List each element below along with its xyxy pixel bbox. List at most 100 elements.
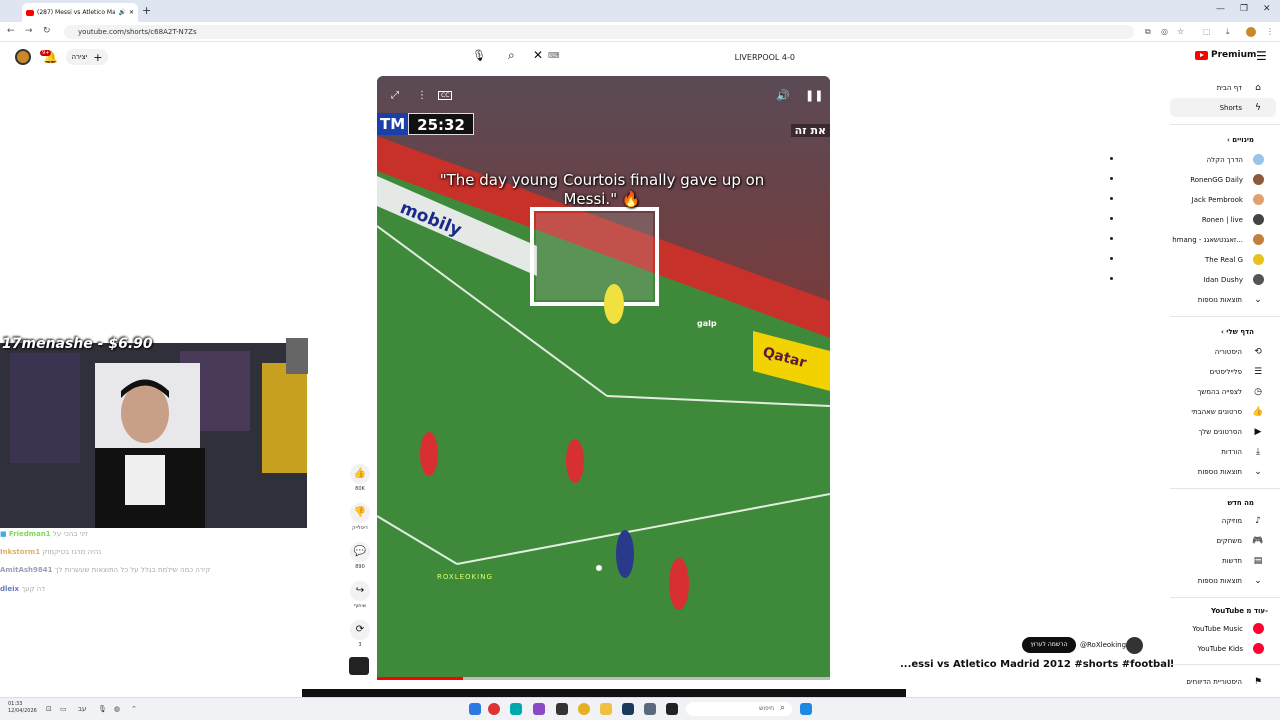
like-button[interactable]: 👍 80K bbox=[349, 464, 371, 492]
chrome-icon[interactable] bbox=[578, 703, 590, 715]
forward-icon[interactable]: → bbox=[25, 26, 33, 36]
notification-icon[interactable]: ⊡ bbox=[46, 705, 52, 713]
taskbar-app-icon[interactable] bbox=[510, 703, 522, 715]
sidebar-you-item[interactable]: לצפייה בהמשך ◷ bbox=[1004, 386, 1264, 398]
mic-tray-icon[interactable]: 🎙 bbox=[98, 705, 107, 713]
sidebar-subscription-item[interactable]: hmang - זאגנטשאגנ... bbox=[1004, 234, 1264, 245]
expand-icon[interactable]: ⤢ bbox=[391, 90, 399, 101]
taskbar-app-icon[interactable] bbox=[666, 703, 678, 715]
download-icon[interactable]: ⤓ bbox=[1226, 27, 1230, 37]
sidebar-subscription-item[interactable]: הדרך הקלה bbox=[1004, 154, 1264, 165]
tab-audio-icon[interactable]: 🔊 bbox=[118, 9, 125, 16]
chat-text: דה קעך bbox=[21, 585, 46, 593]
taskbar-search[interactable]: חיפוש bbox=[686, 702, 792, 716]
taskbar-app-icon[interactable] bbox=[533, 703, 545, 715]
more-options-icon[interactable]: ⋮ bbox=[417, 90, 427, 101]
sidebar-you-item[interactable]: הורדות ⤓ bbox=[1004, 446, 1264, 458]
browser-tab[interactable]: (287) Messi vs Atletico Ma... 🔊 ✕ bbox=[22, 3, 138, 22]
sidebar-subscription-item[interactable]: RonenGG Daily bbox=[1004, 174, 1264, 185]
pause-icon[interactable]: ❚❚ bbox=[805, 89, 823, 102]
clear-search-icon[interactable]: ✕ bbox=[533, 48, 543, 62]
sidebar-item-home[interactable]: דף הבית ⌂ bbox=[1004, 82, 1264, 94]
shorts-icon: ϟ bbox=[1255, 103, 1261, 113]
show-more-subscriptions[interactable]: תוצאות נוספות ⌄ bbox=[1004, 294, 1264, 306]
sidebar-more-item[interactable]: YouTube Music bbox=[1004, 623, 1264, 634]
chat-message: dleix דה קעך bbox=[0, 585, 45, 593]
back-icon[interactable]: ← bbox=[7, 26, 15, 36]
hamburger-menu-icon[interactable]: ☰ bbox=[1256, 49, 1267, 63]
sidebar-you-item[interactable]: היסטוריה ⟲ bbox=[1004, 346, 1264, 358]
microphone-icon[interactable]: 🎙 bbox=[472, 49, 486, 62]
sidebar-header-you[interactable]: ‹ הדף שלי bbox=[1221, 328, 1254, 336]
sidebar-subscription-item[interactable]: Idan Dushy bbox=[1004, 274, 1264, 285]
sidebar-more-item[interactable]: YouTube Kids bbox=[1004, 643, 1264, 654]
youtube-favicon-icon bbox=[26, 9, 34, 16]
keyboard-icon[interactable]: ⌨ bbox=[548, 51, 560, 60]
windows-start-icon[interactable] bbox=[800, 703, 812, 715]
maximize-icon[interactable]: ❐ bbox=[1240, 4, 1248, 14]
reload-icon[interactable]: ↻ bbox=[43, 26, 51, 36]
tab-close-icon[interactable]: ✕ bbox=[129, 9, 134, 16]
taskbar-app-icon[interactable] bbox=[556, 703, 568, 715]
display-icon[interactable]: ▭ bbox=[60, 705, 67, 713]
chat-user: Inkstorm1 bbox=[0, 548, 41, 556]
sidebar-item-shorts[interactable]: Shorts ϟ bbox=[1004, 102, 1264, 114]
goalkeeper-figure bbox=[604, 284, 624, 324]
install-app-icon[interactable]: ⧉ bbox=[1145, 27, 1151, 37]
show-more-you[interactable]: תוצאות נוספות ⌄ bbox=[1004, 466, 1264, 478]
sidebar-you-item[interactable]: פלייליסטים ☰ bbox=[1004, 366, 1264, 378]
language-indicator[interactable]: עב bbox=[78, 705, 86, 713]
video-progress-bar[interactable] bbox=[377, 677, 830, 680]
search-icon[interactable]: ⌕ bbox=[508, 48, 515, 63]
sound-thumbnail[interactable] bbox=[349, 657, 369, 675]
close-window-icon[interactable]: ✕ bbox=[1263, 4, 1271, 14]
browser-menu-icon[interactable]: ⋮ bbox=[1266, 27, 1274, 36]
remix-count: 3 bbox=[358, 642, 362, 648]
sidebar-subscription-item[interactable]: Jack Pembrook bbox=[1004, 194, 1264, 205]
taskbar-app-icon[interactable] bbox=[469, 703, 481, 715]
show-more-explore[interactable]: תוצאות נוספות ⌄ bbox=[1004, 575, 1264, 587]
sidebar-explore-item[interactable]: חדשות ▤ bbox=[1004, 555, 1264, 567]
sidebar-explore-item[interactable]: מוזיקה ♪ bbox=[1004, 515, 1264, 527]
steam-icon[interactable] bbox=[622, 703, 634, 715]
sidebar-item-label: לצפייה בהמשך bbox=[1197, 388, 1242, 396]
eye-off-icon[interactable]: ◎ bbox=[1161, 27, 1168, 36]
music-icon: ♪ bbox=[1255, 516, 1261, 526]
account-avatar[interactable] bbox=[15, 49, 31, 65]
sidebar-explore-item[interactable]: משחקים 🎮 bbox=[1004, 535, 1264, 547]
volume-icon[interactable]: 🔊 bbox=[776, 89, 790, 102]
new-tab-icon[interactable]: + bbox=[142, 4, 151, 17]
network-icon[interactable]: ◍ bbox=[114, 705, 120, 713]
taskbar-app-icon[interactable] bbox=[644, 703, 656, 715]
sidebar-subscription-item[interactable]: Ronen | live bbox=[1004, 214, 1264, 225]
url-field[interactable]: youtube.com/shorts/c68A2T-N7Zs bbox=[64, 25, 1134, 39]
search-input[interactable] bbox=[560, 50, 795, 64]
tray-overflow-icon[interactable]: ⌃ bbox=[131, 705, 137, 713]
sidebar-item-report-history[interactable]: היסטוריית הדיווחים ⚑ bbox=[1004, 676, 1264, 688]
youtube-premium-logo[interactable]: Premium bbox=[1195, 50, 1256, 60]
captions-icon[interactable]: CC bbox=[438, 91, 453, 100]
create-button[interactable]: יצירה + bbox=[66, 49, 108, 65]
sidebar-you-item[interactable]: סרטונים שאהבתי 👍 bbox=[1004, 406, 1264, 418]
bookmark-star-icon[interactable]: ☆ bbox=[1177, 27, 1184, 36]
file-explorer-icon[interactable] bbox=[600, 703, 612, 715]
video-progress-fill bbox=[377, 677, 464, 680]
comments-button[interactable]: 💬 890 bbox=[349, 542, 371, 570]
channel-avatar-icon bbox=[1253, 254, 1264, 265]
profile-avatar-icon[interactable] bbox=[1246, 27, 1256, 37]
taskbar-app-icon[interactable] bbox=[488, 703, 500, 715]
youtube-app-icon bbox=[1253, 643, 1264, 654]
sidebar-item-label: Jack Pembrook bbox=[1191, 195, 1243, 204]
dislike-button[interactable]: 👎 דיסלייק bbox=[349, 503, 371, 531]
thumb-down-icon: 👎 bbox=[350, 503, 370, 523]
taskbar-clock[interactable]: 01:33 12/04/2026 bbox=[8, 701, 37, 715]
shorts-video-player[interactable]: mobily Qatar galp ⤢ ⋮ CC 🔊 ❚❚ TM 25:32 א… bbox=[377, 76, 830, 680]
minimize-icon[interactable]: — bbox=[1216, 4, 1225, 14]
sidebar-subscription-item[interactable]: The Real G bbox=[1004, 254, 1264, 265]
sidebar-you-item[interactable]: הסרטונים שלך ▶ bbox=[1004, 426, 1264, 438]
home-icon: ⌂ bbox=[1255, 83, 1261, 93]
share-button[interactable]: ↪ שיתוף bbox=[349, 581, 371, 609]
remix-button[interactable]: ⟳ 3 bbox=[349, 620, 371, 648]
sidebar-header-subscriptions[interactable]: ‹ מינויים bbox=[1227, 136, 1254, 144]
extensions-icon[interactable]: ⬚ bbox=[1203, 27, 1211, 36]
